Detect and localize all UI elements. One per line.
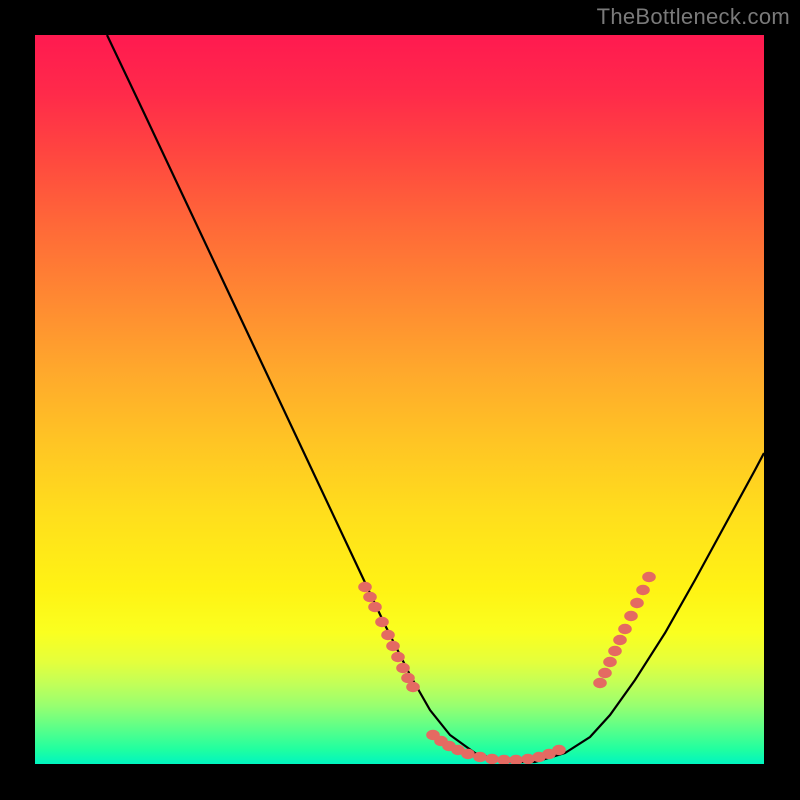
marker-dot (375, 617, 389, 627)
marker-dot (358, 582, 372, 592)
marker-dot (624, 611, 638, 621)
chart-svg (35, 35, 764, 764)
marker-dot (509, 755, 523, 764)
marker-dot (406, 682, 420, 692)
marker-dot (603, 657, 617, 667)
marker-dot (473, 752, 487, 762)
marker-dot (381, 630, 395, 640)
marker-layer (358, 572, 656, 764)
marker-dot (608, 646, 622, 656)
marker-dot (485, 754, 499, 764)
marker-dot (396, 663, 410, 673)
marker-dot (461, 749, 475, 759)
marker-dot (363, 592, 377, 602)
marker-dot (636, 585, 650, 595)
watermark-text: TheBottleneck.com (597, 4, 790, 30)
marker-dot (613, 635, 627, 645)
marker-dot (391, 652, 405, 662)
marker-dot (552, 745, 566, 755)
marker-dot (497, 755, 511, 764)
marker-dot (386, 641, 400, 651)
marker-dot (630, 598, 644, 608)
marker-dot (642, 572, 656, 582)
chart-plot-area (35, 35, 764, 764)
marker-dot (593, 678, 607, 688)
marker-dot (618, 624, 632, 634)
bottleneck-curve (107, 35, 764, 762)
marker-dot (368, 602, 382, 612)
marker-dot (401, 673, 415, 683)
marker-dot (598, 668, 612, 678)
